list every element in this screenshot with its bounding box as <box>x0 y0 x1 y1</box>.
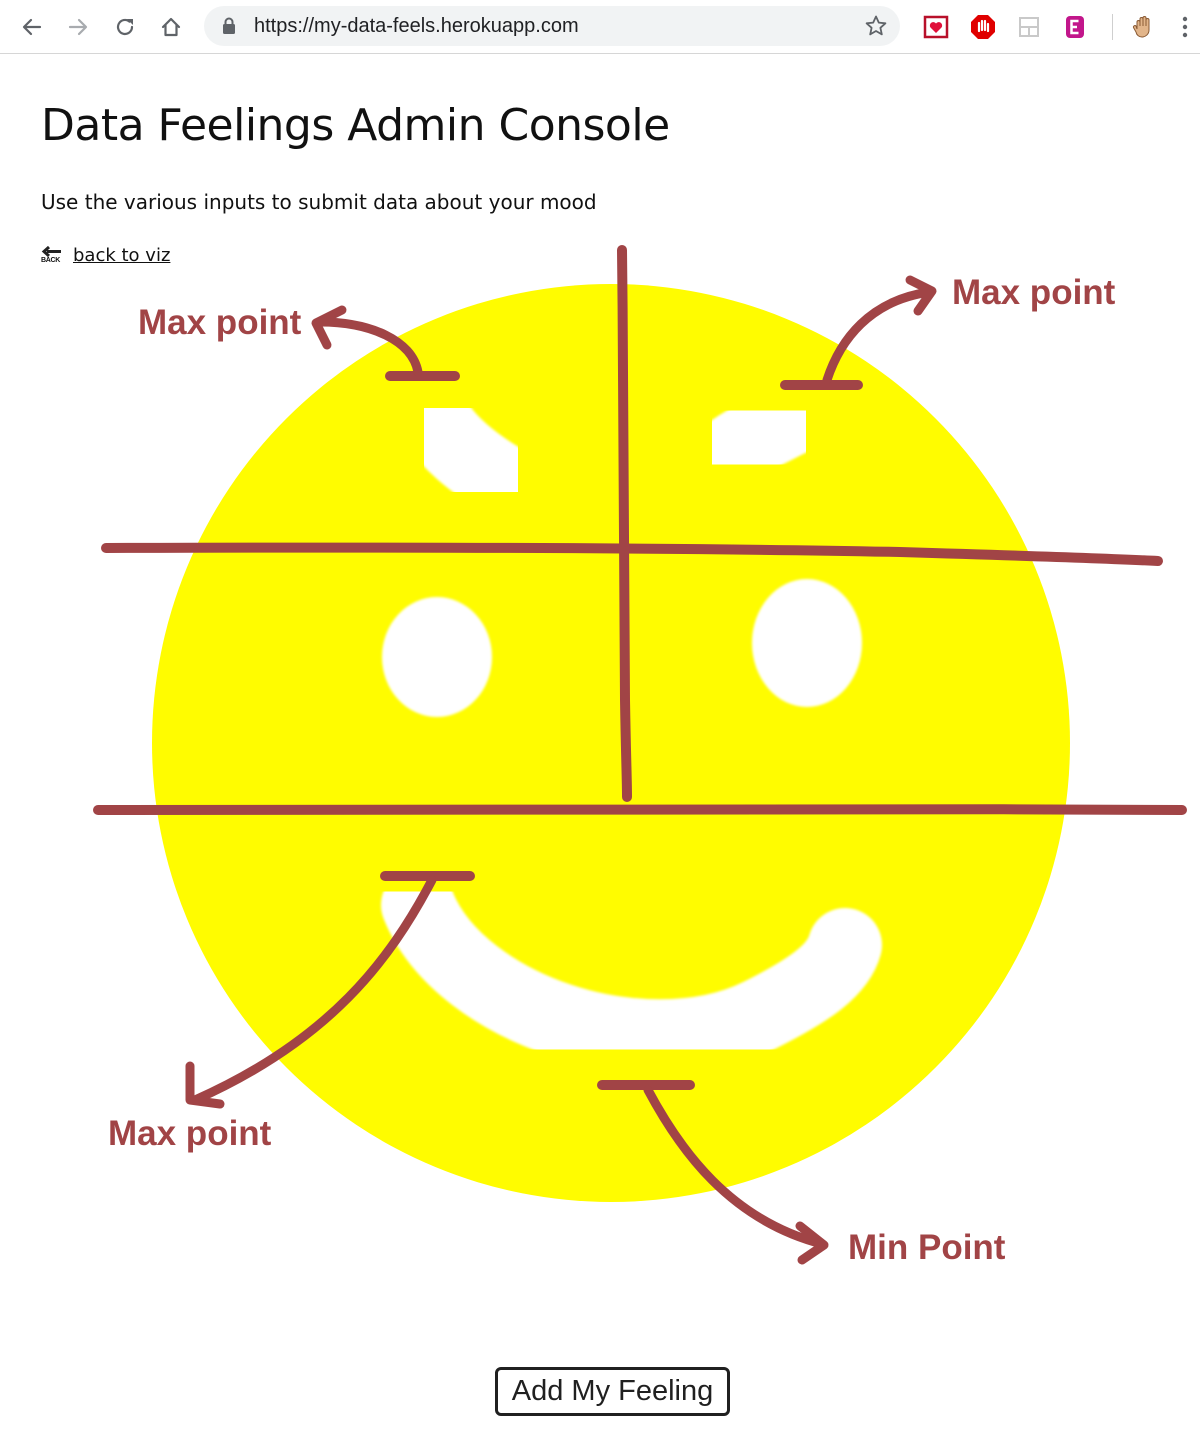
mouth-bottom-min-label: Min Point <box>848 1228 1006 1267</box>
home-button[interactable] <box>154 10 188 44</box>
left-eye[interactable] <box>382 597 492 717</box>
add-my-feeling-button[interactable]: Add My Feeling <box>495 1367 730 1416</box>
left-brow-max-label: Max point <box>138 303 302 342</box>
stop-hand-icon[interactable] <box>970 14 996 40</box>
right-eyebrow[interactable] <box>683 378 835 497</box>
back-button[interactable] <box>15 10 49 44</box>
home-icon <box>161 17 181 37</box>
reload-button[interactable] <box>108 10 142 44</box>
toolbar-divider <box>1112 14 1113 40</box>
right-brow-max-label: Max point <box>952 273 1116 312</box>
page-subtitle: Use the various inputs to submit data ab… <box>41 190 597 214</box>
right-brow-annotation: Max point <box>780 273 1116 390</box>
extension-heart-icon[interactable] <box>923 14 949 40</box>
mouth-left-max-label: Max point <box>108 1114 272 1153</box>
layout-grid-icon[interactable] <box>1016 14 1042 40</box>
extension-e-icon[interactable] <box>1062 14 1088 40</box>
right-eye[interactable] <box>752 579 862 707</box>
star-icon[interactable] <box>864 14 888 38</box>
hand-icon[interactable] <box>1130 14 1156 40</box>
page-title: Data Feelings Admin Console <box>41 100 670 151</box>
lock-icon <box>223 17 235 34</box>
mood-face-drawing: Max point Max point Max point Min Point <box>93 245 1187 1267</box>
arrow-left-icon <box>22 18 42 36</box>
arrow-right-icon <box>68 18 88 36</box>
address-bar[interactable]: https://my-data-feels.herokuapp.com <box>204 6 900 46</box>
vertical-guide-line <box>617 245 632 802</box>
vertical-dots-icon[interactable] <box>1176 14 1194 40</box>
forward-button[interactable] <box>61 10 95 44</box>
address-url: https://my-data-feels.herokuapp.com <box>254 15 579 37</box>
lower-horizontal-guide-line <box>93 803 1187 815</box>
browser-toolbar: https://my-data-feels.herokuapp.com <box>0 0 1200 54</box>
reload-icon <box>116 18 134 36</box>
